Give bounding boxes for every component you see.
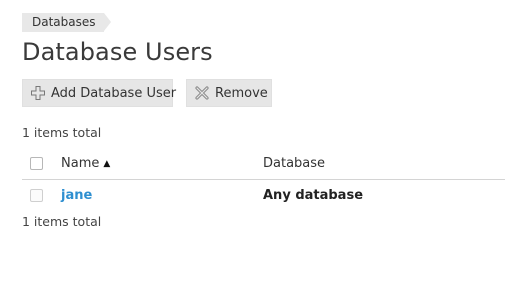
column-header-name-label: Name <box>61 156 100 171</box>
table-row: jane Any database <box>22 180 505 212</box>
remove-button[interactable]: Remove <box>186 79 272 107</box>
toolbar: Add Database User Remove <box>22 79 272 107</box>
user-name-link[interactable]: jane <box>61 188 92 203</box>
breadcrumb: Databases <box>22 13 110 32</box>
plus-icon <box>30 85 46 101</box>
page-title: Database Users <box>22 38 213 66</box>
row-checkbox[interactable] <box>30 189 43 202</box>
database-cell: Any database <box>263 188 364 203</box>
user-name-cell: jane <box>61 188 92 203</box>
items-count-bottom: 1 items total <box>22 214 102 229</box>
items-count-top: 1 items total <box>22 125 102 140</box>
sort-ascending-icon: ▲ <box>103 159 111 169</box>
breadcrumb-item-databases[interactable]: Databases <box>22 13 110 32</box>
add-database-user-label: Add Database User <box>51 85 177 101</box>
close-icon <box>194 85 210 101</box>
remove-label: Remove <box>215 85 268 101</box>
select-all-checkbox[interactable] <box>30 157 43 170</box>
add-database-user-button[interactable]: Add Database User <box>22 79 177 107</box>
table-header-row: Name ▲ Database <box>22 148 505 180</box>
column-header-database: Database <box>263 156 326 171</box>
column-header-name[interactable]: Name ▲ <box>61 156 110 171</box>
users-table: Name ▲ Database jane Any database <box>22 148 505 212</box>
